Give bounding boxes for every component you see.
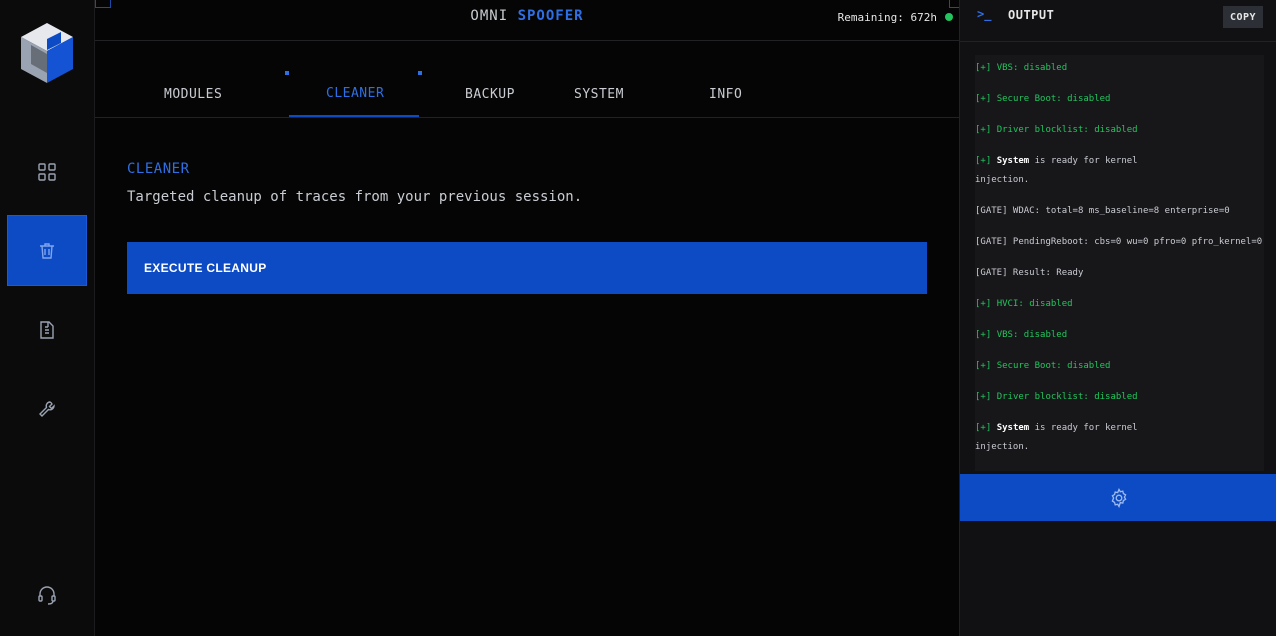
cube-logo	[17, 21, 77, 85]
headset-icon[interactable]	[36, 584, 58, 606]
settings-button[interactable]	[960, 474, 1276, 521]
log-line: [+] Driver blocklist: disabled	[975, 392, 1138, 402]
tab-backup[interactable]: BACKUP	[465, 87, 515, 102]
app-title: OMNI SPOOFER	[95, 8, 959, 24]
tab-cleaner[interactable]: CLEANER	[326, 86, 384, 101]
sidebar-item-modules[interactable]	[7, 136, 87, 207]
output-log[interactable]: [+] VBS: disabled [+] Secure Boot: disab…	[975, 55, 1264, 471]
copy-button[interactable]: COPY	[1223, 6, 1263, 28]
sidebar-item-backup[interactable]	[7, 294, 87, 365]
log-line: [+] HVCI: disabled	[975, 299, 1073, 309]
output-title: OUTPUT	[1008, 8, 1055, 22]
execute-cleanup-button[interactable]: EXECUTE CLEANUP	[127, 242, 927, 294]
output-panel: >_ OUTPUT COPY [+] VBS: disabled [+] Sec…	[959, 0, 1276, 636]
wrench-icon	[39, 400, 55, 417]
log-line: [+] System is ready for kernel injection…	[975, 423, 1138, 452]
sidebar-item-system[interactable]	[7, 373, 87, 444]
log-line: [GATE] WDAC: total=8 ms_baseline=8 enter…	[975, 206, 1230, 216]
log-line: [GATE] PendingReboot: cbs=0 wu=0 pfro=0 …	[975, 237, 1264, 247]
corner-decoration	[95, 0, 111, 8]
remaining-time: Remaining: 672h	[837, 11, 937, 24]
tab-bar: MODULES CLEANER BACKUP SYSTEM INFO	[95, 41, 959, 118]
tab-marker	[285, 71, 289, 75]
main-panel: OMNI SPOOFER Remaining: 672h MODULES CLE…	[95, 0, 965, 636]
brand-name: OMNI	[470, 8, 509, 24]
status-indicator	[945, 13, 953, 21]
log-line: [+] Driver blocklist: disabled	[975, 125, 1138, 135]
active-tab-underline	[289, 115, 419, 117]
tab-system[interactable]: SYSTEM	[574, 87, 624, 102]
log-line: [GATE] Result: Ready	[975, 268, 1084, 278]
sidebar-item-cleaner[interactable]	[7, 215, 87, 286]
grid-icon	[38, 162, 56, 181]
section-title: CLEANER	[127, 161, 190, 177]
tab-marker	[418, 71, 422, 75]
tab-info[interactable]: INFO	[709, 87, 742, 102]
log-line: [+] Secure Boot: disabled	[975, 361, 1111, 371]
top-bar: OMNI SPOOFER Remaining: 672h	[95, 0, 965, 41]
brand-product: SPOOFER	[517, 8, 584, 24]
log-line: [+] VBS: disabled	[975, 330, 1068, 340]
log-line: [+] Secure Boot: disabled	[975, 94, 1111, 104]
document-icon	[40, 320, 54, 339]
log-line: [+] System is ready for kernel injection…	[975, 156, 1138, 185]
tab-modules[interactable]: MODULES	[164, 87, 222, 102]
section-description: Targeted cleanup of traces from your pre…	[127, 189, 583, 205]
sidebar	[0, 0, 95, 636]
log-line: [+] VBS: disabled	[975, 63, 1068, 73]
terminal-icon: >_	[977, 7, 992, 21]
output-header: >_ OUTPUT COPY	[960, 0, 1276, 42]
trash-icon	[40, 242, 54, 259]
gear-icon	[1111, 487, 1126, 508]
